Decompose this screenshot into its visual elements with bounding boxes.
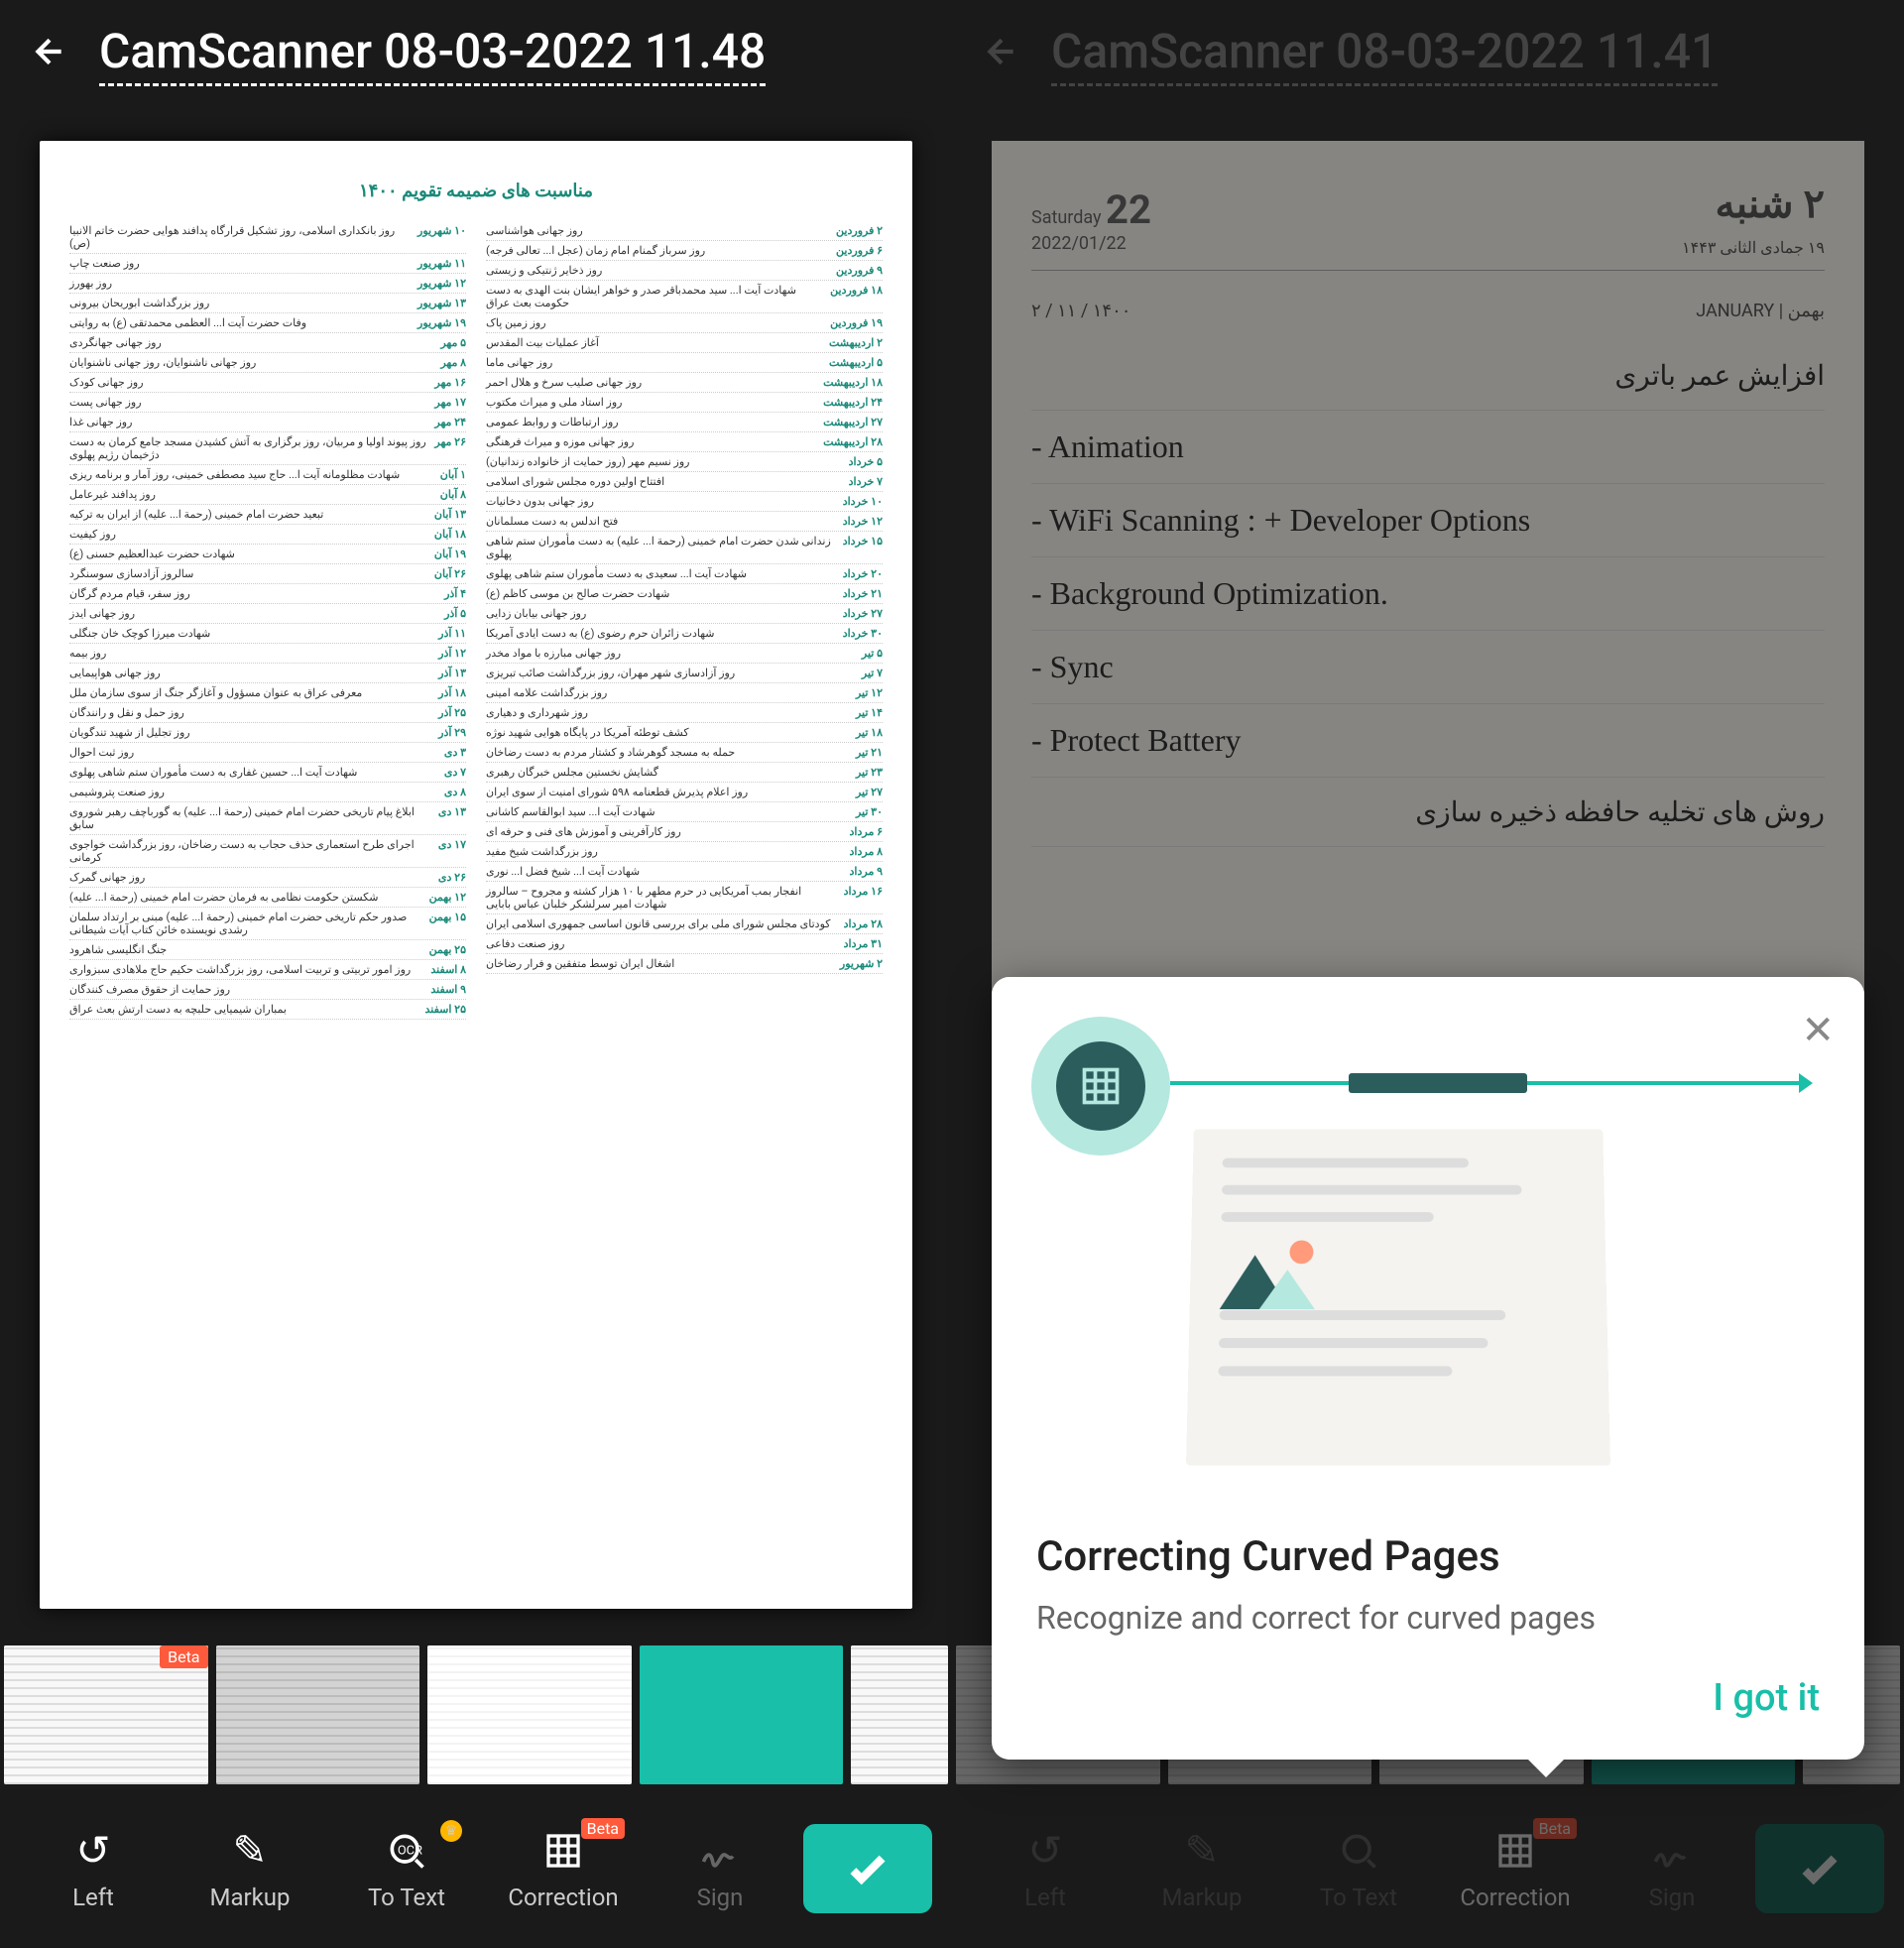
filter-no-shadow[interactable]: Beta No Shadow [4, 1645, 208, 1784]
popup-confirm-button[interactable]: I got it [1036, 1676, 1820, 1730]
topbar: CamScanner 08-03-2022 11.41 [952, 0, 1904, 109]
doc-column-1: ۲ فروردینروز جهانی هواشناسی۶ فروردینروز … [486, 221, 883, 1020]
filter-magic-color[interactable]: Magic Color [640, 1645, 844, 1784]
filter-grayscale[interactable]: Graysc [851, 1645, 948, 1784]
svg-text:OCR: OCR [398, 1844, 422, 1859]
grid-icon [1495, 1826, 1535, 1876]
markup-button[interactable]: ✎ Markup [177, 1826, 323, 1911]
confirm-button[interactable] [803, 1824, 932, 1913]
beta-badge: Beta [160, 1645, 207, 1668]
back-button[interactable] [982, 27, 1021, 83]
screen-right: CamScanner 08-03-2022 11.41 ۲ شنبه ۱۹ جم… [952, 0, 1904, 1948]
close-icon[interactable]: ✕ [1801, 1007, 1835, 1053]
bottom-toolbar: ↺ Left ✎ Markup OCR ♛ To Text Beta Corre… [0, 1789, 952, 1948]
document-title[interactable]: CamScanner 08-03-2022 11.41 [1051, 23, 1718, 86]
document-page: مناسبت های ضمیمه تقویم ۱۴۰۰ ۲ فروردینروز… [40, 141, 912, 1609]
beta-badge: Beta [581, 1818, 625, 1839]
correction-button[interactable]: Beta Correction [490, 1826, 637, 1911]
note-line: - Animation [1031, 411, 1825, 484]
signature-button[interactable]: Sign [647, 1826, 793, 1911]
note-line: افزایش عمر باتری [1031, 341, 1825, 411]
illus-circle [1031, 1017, 1170, 1156]
filter-lighten[interactable]: Lighten [427, 1645, 632, 1784]
pencil-icon: ✎ [232, 1826, 267, 1876]
topbar: CamScanner 08-03-2022 11.48 [0, 0, 952, 109]
note-line: - Protect Battery [1031, 704, 1825, 778]
document-title[interactable]: CamScanner 08-03-2022 11.48 [99, 23, 766, 86]
screen-left: CamScanner 08-03-2022 11.48 مناسبت های ض… [0, 0, 952, 1948]
popup-arrow [1524, 1756, 1568, 1777]
grid-icon [1056, 1041, 1145, 1131]
popup-illustration: ✕ [992, 977, 1864, 1493]
ocr-icon: OCR [385, 1826, 428, 1876]
illus-scan-line [1170, 1081, 1805, 1085]
popup-title: Correcting Curved Pages [1036, 1532, 1820, 1581]
document-preview-area[interactable]: مناسبت های ضمیمه تقویم ۱۴۰۰ ۲ فروردینروز… [0, 109, 952, 1641]
rotate-left-icon: ↺ [75, 1826, 110, 1876]
popup-body: Correcting Curved Pages Recognize and co… [992, 1493, 1864, 1760]
filter-strip[interactable]: Beta No Shadow Original Lighten Magic Co… [0, 1641, 952, 1789]
signature-button[interactable]: Sign [1599, 1826, 1745, 1911]
grid-icon [543, 1826, 583, 1876]
note-line: - Sync [1031, 631, 1825, 704]
filter-original[interactable]: Original [216, 1645, 420, 1784]
confirm-button[interactable] [1755, 1824, 1884, 1913]
beta-badge: Beta [1533, 1818, 1577, 1839]
back-button[interactable] [30, 27, 69, 83]
to-text-button[interactable]: OCR ♛ To Text [333, 1826, 480, 1911]
note-line: روش های تخلیه حافظه ذخیره سازی [1031, 778, 1825, 847]
doc-column-2: ۱۰ شهریورروز بانکداری اسلامی، روز تشکیل … [69, 221, 466, 1020]
rotate-left-button[interactable]: ↺Left [972, 1826, 1119, 1911]
note-month: ۱۴۰۰ / ۱۱ / ۲ بهمن | JANUARY [1031, 301, 1825, 321]
to-text-button[interactable]: To Text [1285, 1826, 1432, 1911]
note-line: - Background Optimization. [1031, 557, 1825, 631]
signature-icon [698, 1826, 742, 1876]
markup-button[interactable]: ✎Markup [1129, 1826, 1275, 1911]
popup-description: Recognize and correct for curved pages [1036, 1599, 1820, 1637]
crown-icon: ♛ [440, 1820, 462, 1842]
bottom-toolbar: ↺Left ✎Markup To Text Beta Correction Si… [952, 1789, 1904, 1948]
doc-header: مناسبت های ضمیمه تقویم ۱۴۰۰ [69, 181, 883, 201]
correction-popup: ✕ Correcting Curved Pages Recogni [992, 977, 1864, 1760]
note-header: ۲ شنبه ۱۹ جمادی الثانی ۱۴۴۳ Saturday 22 … [1031, 181, 1825, 271]
illus-document [1186, 1130, 1610, 1466]
rotate-left-button[interactable]: ↺ Left [20, 1826, 167, 1911]
note-line: - WiFi Scanning : + Developer Options [1031, 484, 1825, 557]
doc-columns: ۲ فروردینروز جهانی هواشناسی۶ فروردینروز … [69, 221, 883, 1020]
correction-button[interactable]: Beta Correction [1442, 1826, 1589, 1911]
